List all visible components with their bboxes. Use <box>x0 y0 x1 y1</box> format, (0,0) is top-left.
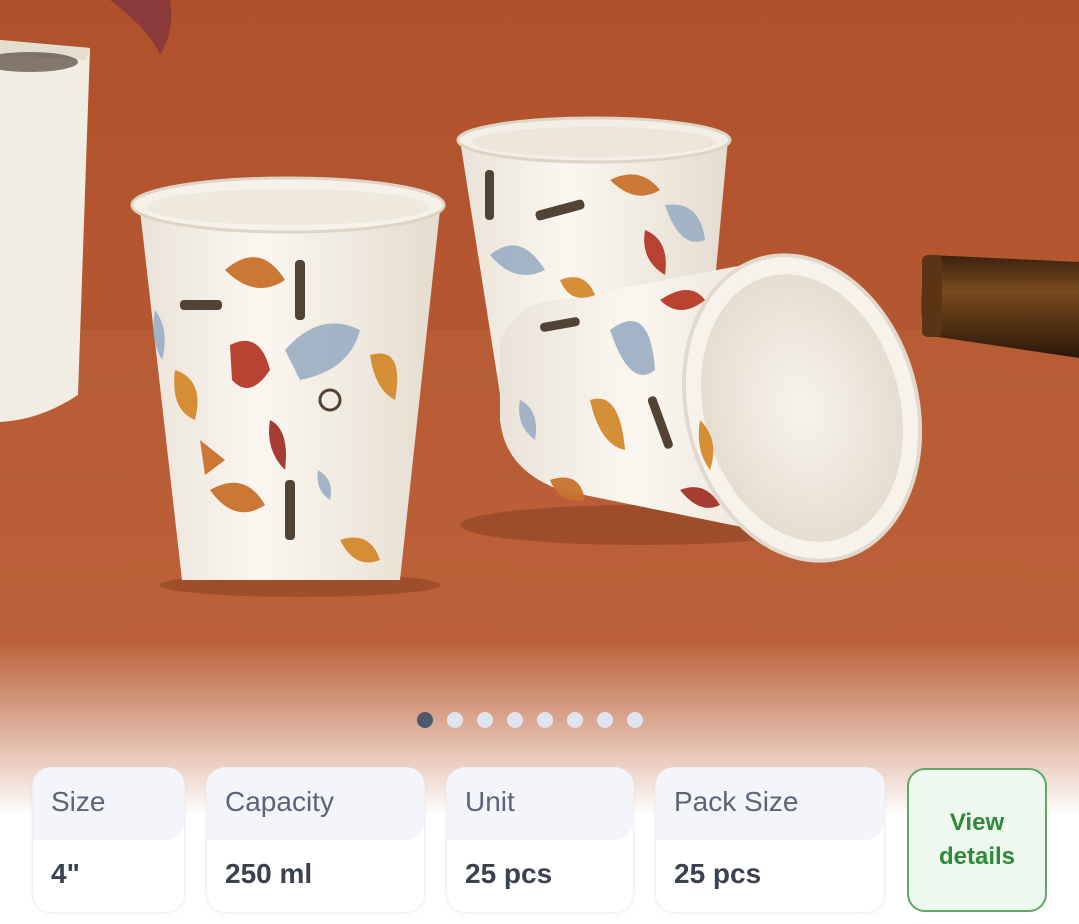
carousel-dot[interactable] <box>566 712 583 728</box>
spec-card-size: Size 4" <box>33 768 184 912</box>
carousel-dot[interactable] <box>536 712 553 728</box>
carousel-dot[interactable] <box>626 712 643 728</box>
carousel-dot[interactable] <box>446 712 463 728</box>
carousel-dot[interactable] <box>416 712 433 728</box>
spec-card-pack-size: Pack Size 25 pcs <box>656 768 884 912</box>
spec-value: 25 pcs <box>465 858 553 889</box>
spec-value: 4" <box>51 858 80 889</box>
carousel-pagination <box>0 712 1079 730</box>
spec-value: 250 ml <box>225 858 313 889</box>
spec-card-capacity: Capacity 250 ml <box>207 768 424 912</box>
view-details-label: View details <box>938 809 1016 870</box>
spec-card-unit: Unit 25 pcs <box>447 768 633 912</box>
spec-label: Capacity <box>207 768 424 840</box>
spec-value: 25 pcs <box>674 858 762 889</box>
carousel-dot[interactable] <box>506 712 523 728</box>
carousel-dot[interactable] <box>476 712 493 728</box>
carousel-dot[interactable] <box>596 712 613 728</box>
spec-label: Size <box>33 768 184 840</box>
spec-label: Unit <box>447 768 633 840</box>
spec-label: Pack Size <box>656 768 884 840</box>
view-details-button[interactable]: View details <box>907 768 1047 912</box>
